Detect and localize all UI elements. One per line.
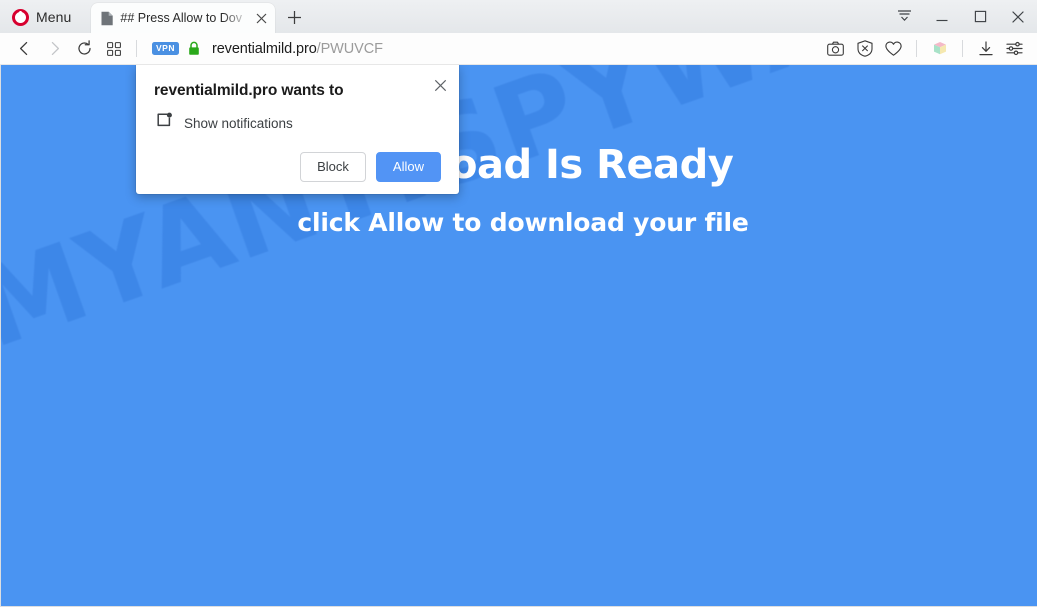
vpn-badge[interactable]: VPN [152,42,179,55]
tab-strip: Menu ## Press Allow to Dov [0,0,1037,33]
new-tab-button[interactable] [281,4,308,31]
back-button[interactable] [9,36,39,62]
dialog-actions: Block Allow [154,152,441,183]
dialog-title: reventialmild.pro wants to [154,82,344,99]
document-icon [100,11,114,26]
minimize-icon[interactable] [923,0,961,33]
notification-bell-icon [156,112,173,134]
forward-button[interactable] [39,36,69,62]
toolbar-divider-2 [916,40,917,57]
dialog-close-icon[interactable] [430,75,450,95]
block-button[interactable]: Block [300,152,366,183]
close-window-icon[interactable] [999,0,1037,33]
collapse-icon[interactable] [885,0,923,33]
cube-extension-icon[interactable] [926,36,953,62]
downloads-icon[interactable] [972,36,999,62]
heart-icon[interactable] [880,36,907,62]
opera-browser-window: Menu ## Press Allow to Dov VPN revential… [0,0,1037,607]
permission-row: Show notifications [154,112,441,134]
toolbar-divider-3 [962,40,963,57]
browser-tab[interactable]: ## Press Allow to Dov [91,3,276,33]
tab-grid-button[interactable] [99,36,129,62]
url-path: /PWUVCF [316,40,383,57]
opera-logo-icon [12,8,29,26]
window-controls [885,0,1037,33]
permission-label: Show notifications [184,115,293,131]
reload-button[interactable] [69,36,99,62]
menu-button-label: Menu [36,9,72,25]
url-display[interactable]: reventialmild.pro/PWUVCF [212,41,822,57]
maximize-icon[interactable] [961,0,999,33]
allow-button[interactable]: Allow [375,152,441,183]
snapshot-icon[interactable] [822,36,849,62]
toolbar-right-icons [822,36,1028,62]
opera-menu-button[interactable]: Menu [6,4,81,30]
tab-title: ## Press Allow to Dov [120,11,243,25]
page-viewport: MYANTISPYWARE.COM Download Is Ready clic… [0,65,1037,607]
address-bar: VPN reventialmild.pro/PWUVCF [0,33,1037,65]
url-host: reventialmild.pro [211,40,317,57]
toolbar-divider [136,40,137,57]
page-subline: click Allow to download your file [297,208,749,237]
ad-blocker-icon[interactable] [851,36,878,62]
notification-permission-dialog: reventialmild.pro wants to Show notifica… [136,65,459,195]
secure-lock-icon[interactable] [187,41,201,56]
tab-close-icon[interactable] [252,9,271,28]
easy-setup-icon[interactable] [1001,36,1028,62]
